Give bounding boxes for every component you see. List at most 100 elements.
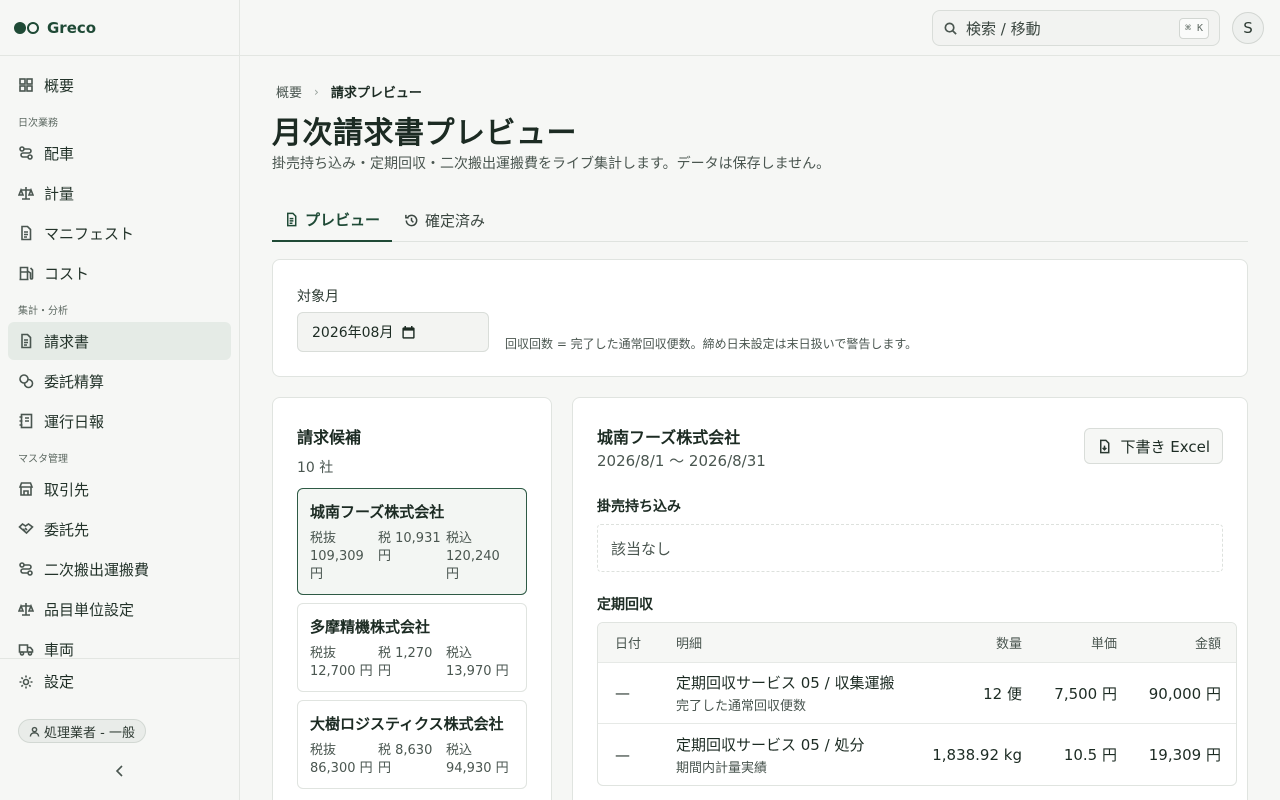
- route-icon: [19, 146, 33, 160]
- amount-tax: 税 10,931 円: [378, 531, 441, 564]
- brand[interactable]: Greco: [0, 0, 239, 56]
- amount-incl-tax: 税込 120,240 円: [446, 531, 500, 582]
- dashboard-icon: [19, 78, 33, 92]
- candidate-name: 多摩精機株式会社: [310, 618, 431, 636]
- invoice-icon: [21, 333, 32, 349]
- candidates-title: 請求候補: [297, 428, 362, 447]
- candidate-amounts: 税抜 12,700 円 税 1,270 円 税込 13,970 円: [310, 645, 514, 681]
- breadcrumb-current: 請求プレビュー: [330, 86, 422, 101]
- month-picker-card: 対象月 2026年08月 回収回数 = 完了した通常回収便数。締め日未設定は末日…: [272, 259, 1248, 377]
- scale-icon: [18, 603, 34, 616]
- amount-excl-tax: 税抜 86,300 円: [310, 743, 373, 776]
- file-download-icon: [1100, 439, 1110, 453]
- month-value: 2026年08月: [312, 325, 394, 341]
- detail-client-name: 城南フーズ株式会社: [597, 428, 741, 447]
- sidebar-item-manifest[interactable]: マニフェスト: [8, 214, 231, 252]
- sidebar-item-dispatch[interactable]: 配車: [8, 134, 231, 172]
- gear-icon: [19, 675, 33, 688]
- candidate-amounts: 税抜 86,300 円 税 8,630 円 税込 94,930 円: [310, 742, 514, 778]
- sidebar-item-vehicles[interactable]: 車両: [8, 630, 231, 658]
- chevron-left-icon: [115, 765, 123, 777]
- candidates-list: 城南フーズ株式会社 税抜 109,309 円 税 10,931 円 税込 120…: [297, 488, 527, 797]
- sidebar-item-label: コスト: [44, 264, 90, 283]
- amount-tax: 税 1,270 円: [378, 646, 433, 679]
- candidate-amounts: 税抜 109,309 円 税 10,931 円 税込 120,240 円: [310, 530, 514, 584]
- sidebar: Greco 概要 日次業務 配車 計量 マニフェスト コスト 集計・分析 請求書: [0, 0, 240, 800]
- month-input[interactable]: 2026年08月: [297, 312, 489, 352]
- table-row: — 定期回収サービス 05 / 処分 期間内計量実績 1,838.92 kg 1…: [598, 724, 1236, 785]
- cell-qty: 12 便: [983, 684, 1022, 703]
- truck-icon: [18, 644, 34, 656]
- user-icon: [29, 726, 40, 737]
- sidebar-item-label: 概要: [44, 76, 75, 95]
- nav-section-daily: 日次業務: [18, 118, 58, 129]
- breadcrumb-root[interactable]: 概要: [276, 82, 302, 101]
- greco-logo-icon: [14, 21, 39, 34]
- nav-section-analysis: 集計・分析: [18, 306, 68, 317]
- settings-label: 設定: [44, 673, 75, 691]
- cell-date: —: [615, 684, 630, 702]
- sidebar-item-label: 委託精算: [44, 372, 105, 391]
- month-note: 回収回数 = 完了した通常回収便数。締め日未設定は末日扱いで警告します。: [505, 337, 918, 351]
- carry-in-empty: 該当なし: [597, 524, 1223, 572]
- col-date: 日付: [615, 637, 642, 652]
- tab-confirmed[interactable]: 確定済み: [392, 198, 497, 242]
- sidebar-item-label: 委託先: [44, 520, 90, 539]
- avatar[interactable]: S: [1232, 12, 1264, 44]
- candidate-name: 城南フーズ株式会社: [310, 503, 445, 521]
- handshake-icon: [18, 522, 34, 535]
- invoice-detail-card: 城南フーズ株式会社 2026/8/1 〜 2026/8/31 下書き Excel…: [572, 397, 1248, 800]
- candidate-name: 大樹ロジスティクス株式会社: [310, 715, 504, 733]
- sidebar-item-label: 車両: [44, 640, 75, 659]
- cell-date: —: [615, 745, 630, 764]
- page-subtitle: 掛売持ち込み・定期回収・二次搬出運搬費をライブ集計します。データは保存しません。: [272, 156, 831, 172]
- document-icon: [287, 212, 297, 226]
- notebook-icon: [19, 413, 33, 429]
- regular-table: 日付 明細 数量 単価 金額 — 定期回収サービス 05 / 収集運搬 完了した…: [597, 622, 1237, 786]
- scale-icon: [18, 187, 34, 200]
- cell-desc: 定期回収サービス 05 / 処分 期間内計量実績: [676, 734, 916, 776]
- list-item[interactable]: 城南フーズ株式会社 税抜 109,309 円 税 10,931 円 税込 120…: [297, 488, 527, 595]
- sidebar-item-invoice[interactable]: 請求書: [8, 322, 231, 360]
- sidebar-item-label: 品目単位設定: [44, 600, 135, 619]
- sidebar-item-clients[interactable]: 取引先: [8, 470, 231, 508]
- excel-button-label: 下書き Excel: [1120, 437, 1210, 456]
- collapse-sidebar-button[interactable]: [112, 763, 128, 779]
- sidebar-item-unit-settings[interactable]: 品目単位設定: [8, 590, 231, 628]
- col-amount: 金額: [1194, 637, 1221, 652]
- amount-incl-tax: 税込 13,970 円: [446, 646, 509, 679]
- carry-in-title: 掛売持ち込み: [597, 499, 681, 515]
- sidebar-item-weighing[interactable]: 計量: [8, 174, 231, 212]
- main-content: 概要 › 請求プレビュー 月次請求書プレビュー 掛売持ち込み・定期回収・二次搬出…: [272, 56, 1248, 800]
- desc-sub: 完了した通常回収便数: [676, 699, 807, 714]
- amount-excl-tax: 税抜 12,700 円: [310, 646, 373, 679]
- sidebar-item-daily-report[interactable]: 運行日報: [8, 402, 231, 440]
- sidebar-item-contractors[interactable]: 委託先: [8, 510, 231, 548]
- sidebar-item-consignment[interactable]: 委託精算: [8, 362, 231, 400]
- month-label: 対象月: [297, 289, 339, 305]
- search-input[interactable]: 検索 / 移動 ⌘ K: [932, 10, 1220, 46]
- col-desc: 明細: [676, 637, 703, 652]
- sidebar-footer: 設定 処理業者 - 一般: [0, 658, 239, 800]
- regular-title: 定期回収: [597, 597, 653, 613]
- sidebar-item-cost[interactable]: コスト: [8, 254, 231, 292]
- list-item[interactable]: 多摩精機株式会社 税抜 12,700 円 税 1,270 円 税込 13,970…: [297, 603, 527, 692]
- sidebar-item-label: マニフェスト: [44, 224, 135, 243]
- fuel-icon: [19, 266, 34, 281]
- chevron-right-icon: ›: [314, 84, 319, 99]
- history-icon: [405, 214, 418, 226]
- list-item[interactable]: 大樹ロジスティクス株式会社 税抜 86,300 円 税 8,630 円 税込 9…: [297, 700, 527, 789]
- search-icon: [944, 22, 957, 35]
- breadcrumb: 概要 › 請求プレビュー: [276, 82, 422, 102]
- tab-bar: プレビュー 確定済み: [272, 198, 1248, 242]
- desc-main: 定期回収サービス 05 / 収集運搬: [676, 674, 895, 692]
- sidebar-item-overview[interactable]: 概要: [8, 66, 231, 104]
- sidebar-item-settings[interactable]: 設定: [18, 671, 74, 692]
- amount-tax: 税 8,630 円: [378, 743, 433, 776]
- desc-main: 定期回収サービス 05 / 処分: [676, 735, 865, 754]
- nav-section-master: マスタ管理: [18, 454, 68, 465]
- draft-excel-button[interactable]: 下書き Excel: [1084, 428, 1223, 464]
- sidebar-item-secondary-transport[interactable]: 二次搬出運搬費: [8, 550, 231, 588]
- cell-unit: 7,500 円: [1054, 684, 1117, 703]
- tab-preview[interactable]: プレビュー: [272, 198, 393, 242]
